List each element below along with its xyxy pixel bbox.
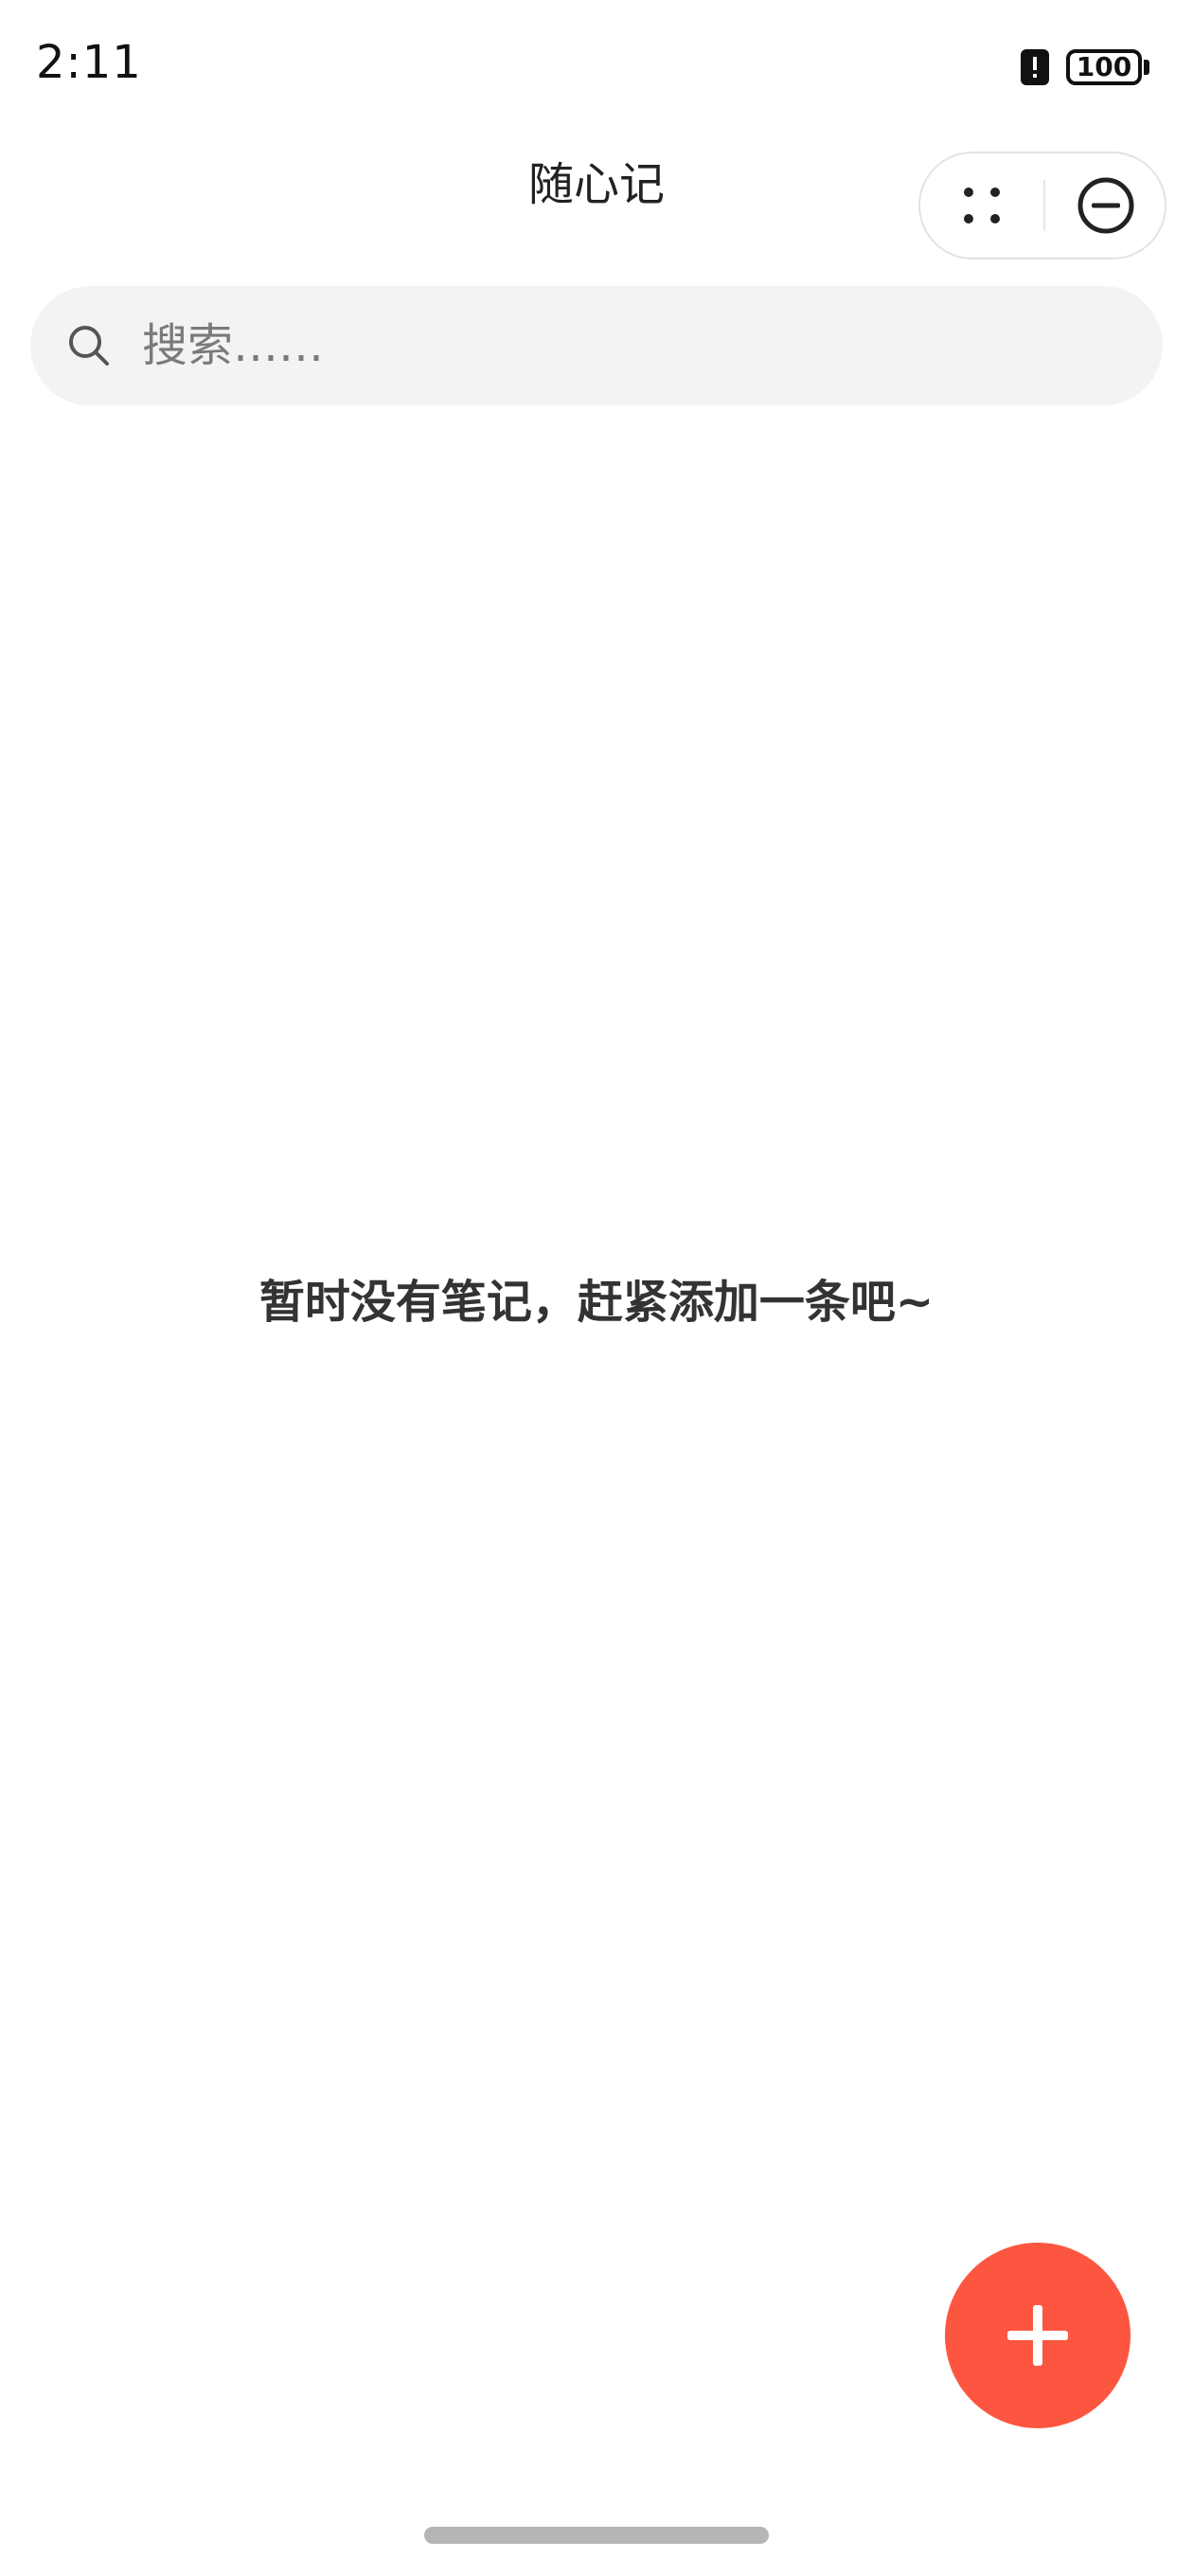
status-time: 2:11	[36, 36, 142, 89]
capsule-menu	[918, 152, 1166, 259]
search-icon	[69, 326, 109, 366]
status-bar: 2:11 100	[0, 0, 1193, 133]
battery-indicator: 100	[1066, 49, 1142, 85]
empty-state-message: 暂时没有笔记，赶紧添加一条吧~	[258, 1276, 935, 1329]
alert-badge-icon	[1021, 49, 1049, 85]
plus-icon	[1007, 2305, 1068, 2366]
search-bar[interactable]	[30, 286, 1163, 405]
search-input[interactable]	[140, 297, 1091, 394]
add-note-button[interactable]	[945, 2243, 1131, 2428]
battery-level: 100	[1076, 51, 1132, 82]
app-screen: 2:11 100 随心记 搜索…… 暂时没有笔记，赶紧添加一条吧~	[0, 0, 1193, 2576]
battery-nub	[1144, 60, 1149, 75]
home-indicator[interactable]	[424, 2527, 769, 2544]
more-button[interactable]	[920, 153, 1043, 258]
minus-circle-icon	[1077, 177, 1134, 234]
more-dots-icon	[964, 188, 1000, 224]
close-button[interactable]	[1045, 153, 1166, 258]
